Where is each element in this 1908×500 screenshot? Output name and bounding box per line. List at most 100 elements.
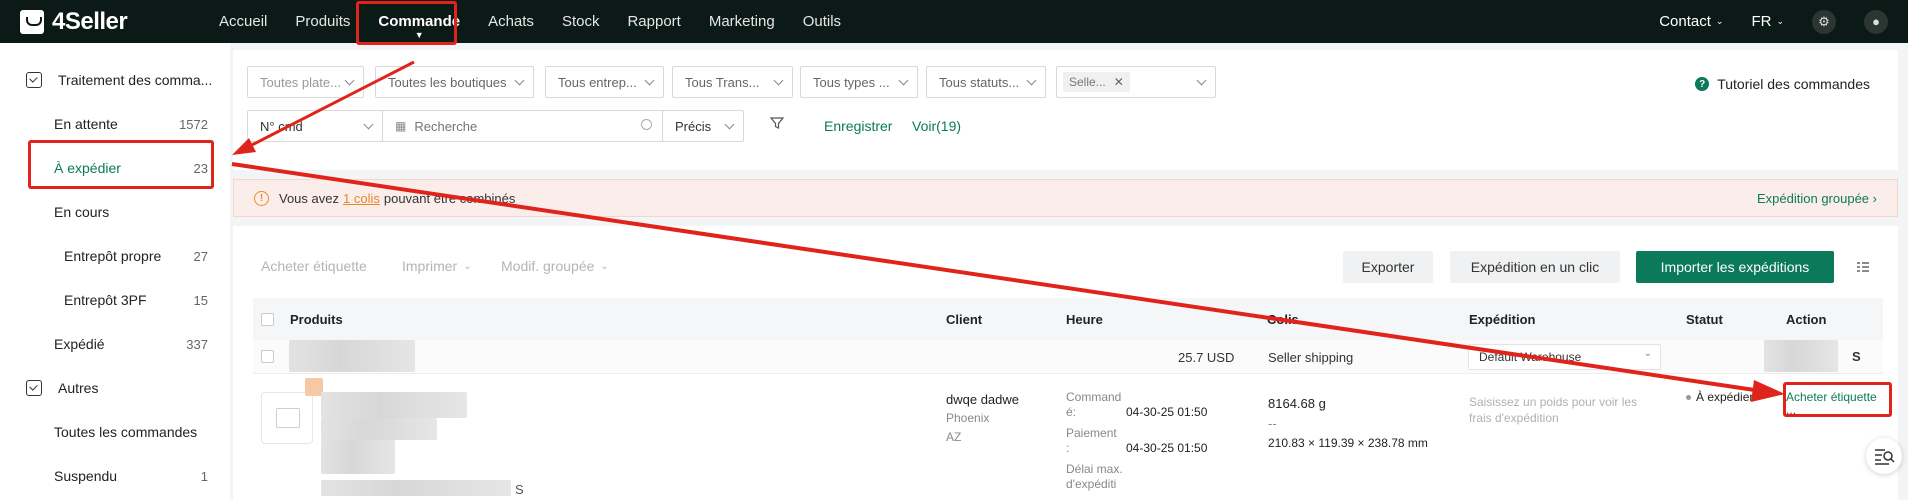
sidebar-item-a-expedier[interactable]: À expédier 23 xyxy=(0,146,230,190)
package-weight: 8164.68 g xyxy=(1268,396,1326,411)
header-expedition: Expédition xyxy=(1469,312,1536,327)
import-shipments-button[interactable]: Importer les expéditions xyxy=(1636,251,1834,283)
settings-icon[interactable]: ⚙ xyxy=(1812,9,1836,34)
one-click-ship-button[interactable]: Expédition en un clic xyxy=(1450,251,1620,283)
header-statut: Statut xyxy=(1686,312,1723,327)
colis-link[interactable]: 1 colis xyxy=(343,191,380,206)
sidebar-item-expedie[interactable]: Expédié 337 xyxy=(0,322,230,366)
bulk-edit-dropdown[interactable]: Modif. groupée ⌄ xyxy=(501,258,609,274)
more-actions-link[interactable]: ... xyxy=(1786,403,1796,417)
avatar[interactable]: ● xyxy=(1864,9,1888,34)
column-settings-icon[interactable] xyxy=(1856,260,1870,274)
nav-commande[interactable]: Commande ▼ xyxy=(364,0,474,43)
warehouse-select[interactable]: Default Warehouse ⌄ xyxy=(1468,344,1661,370)
package-dash: -- xyxy=(1268,416,1277,431)
buy-label-text: Acheter étiquette xyxy=(261,258,367,274)
search-field[interactable]: ▦ xyxy=(382,110,663,142)
clipboard-check-icon xyxy=(26,380,42,396)
seller-select[interactable]: Selle... ✕ xyxy=(1056,66,1216,98)
sidebar: Traitement des comma... En attente 1572 … xyxy=(0,43,230,500)
sidebar-group-processing[interactable]: Traitement des comma... xyxy=(0,58,230,102)
view-saved-link[interactable]: Voir(19) xyxy=(912,118,961,134)
warehouse-select[interactable]: Tous entrep... xyxy=(545,66,664,98)
contact-label: Contact xyxy=(1659,13,1711,30)
buy-label-action-link[interactable]: Acheter étiquette xyxy=(1786,390,1877,404)
print-dropdown[interactable]: Imprimer ⌄ xyxy=(402,258,472,274)
table-row[interactable]: 25.7 USD Seller shipping Default Warehou… xyxy=(253,340,1883,374)
nav-stock[interactable]: Stock xyxy=(548,0,614,43)
sidebar-item-entrepot-propre[interactable]: Entrepôt propre 27 xyxy=(0,234,230,278)
sidebar-item-count: 27 xyxy=(193,248,208,264)
transport-select[interactable]: Tous Trans... xyxy=(672,66,793,98)
chevron-down-icon xyxy=(1196,75,1207,86)
table-row[interactable]: S dwqe dadwe Phoenix AZ Command é: 04-30… xyxy=(253,374,1883,500)
shop-select[interactable]: Toutes les boutiques xyxy=(375,66,534,98)
sidebar-item-label: À expédier xyxy=(54,160,121,176)
chevron-right-icon: › xyxy=(1872,190,1877,206)
barcode-icon: ▦ xyxy=(395,119,407,133)
row-checkbox[interactable] xyxy=(261,350,274,363)
header-produits: Produits xyxy=(290,312,343,327)
logo-icon xyxy=(20,9,44,34)
type-select[interactable]: Tous types ... xyxy=(800,66,918,98)
close-icon[interactable]: ✕ xyxy=(1114,75,1124,89)
type-select-value: Tous types ... xyxy=(813,74,890,90)
sidebar-item-en-cours[interactable]: En cours xyxy=(0,190,230,234)
nav-outils[interactable]: Outils xyxy=(789,0,855,43)
platform-select[interactable]: Toutes plate... xyxy=(247,66,364,98)
filter-icon[interactable] xyxy=(770,116,784,130)
tutorial-link[interactable]: ? Tutoriel des commandes xyxy=(1695,76,1870,92)
package-dimensions: 210.83 × 119.39 × 238.78 mm xyxy=(1268,436,1428,450)
grouped-shipping-link[interactable]: Expédition groupée › xyxy=(1757,191,1877,206)
sidebar-item-suspendu[interactable]: Suspendu 1 xyxy=(0,454,230,498)
seller-tag-label: Selle... xyxy=(1069,75,1106,89)
export-button[interactable]: Exporter xyxy=(1343,251,1433,283)
brand-logo[interactable]: 4Seller xyxy=(20,8,190,36)
bulk-edit-label: Modif. groupée xyxy=(501,258,595,274)
sidebar-item-count: 15 xyxy=(193,292,208,308)
contact-dropdown[interactable]: Contact ⌄ xyxy=(1659,13,1723,30)
search-input[interactable] xyxy=(414,118,625,134)
search-type-value: N° cmd xyxy=(260,118,303,134)
precision-value: Précis xyxy=(675,118,712,134)
header-client: Client xyxy=(946,312,983,327)
sidebar-item-label: En cours xyxy=(54,204,110,220)
alert-prefix: Vous avez xyxy=(279,190,339,206)
status-select[interactable]: Tous statuts... xyxy=(926,66,1046,98)
sidebar-item-label: Entrepôt propre xyxy=(64,248,162,264)
select-all-checkbox[interactable] xyxy=(261,313,274,326)
sidebar-item-count: 1 xyxy=(200,468,208,484)
max-ship-label: Délai max. xyxy=(1066,462,1123,476)
client-name: dwqe dadwe xyxy=(946,392,1019,407)
sidebar-item-en-attente[interactable]: En attente 1572 xyxy=(0,102,230,146)
status-label: À expédier xyxy=(1696,390,1754,404)
search-type-select[interactable]: N° cmd xyxy=(247,110,383,142)
chevron-down-icon: ⌄ xyxy=(1643,348,1652,359)
nav-achats[interactable]: Achats xyxy=(474,0,548,43)
nav-rapport[interactable]: Rapport xyxy=(613,0,694,43)
redacted-order-id xyxy=(289,340,415,372)
sidebar-item-toutes-commandes[interactable]: Toutes les commandes xyxy=(0,410,230,454)
floating-search-button[interactable] xyxy=(1866,438,1902,474)
nav-produits[interactable]: Produits xyxy=(281,0,364,43)
chevron-down-icon xyxy=(363,119,374,130)
table-header: Produits Client Heure Colis Expédition S… xyxy=(253,298,1883,340)
warning-icon: ! xyxy=(254,190,269,206)
chevron-down-icon xyxy=(344,75,355,86)
nav-accueil[interactable]: Accueil xyxy=(205,0,281,43)
nav-marketing[interactable]: Marketing xyxy=(695,0,789,43)
redacted-product-name xyxy=(321,392,467,418)
language-dropdown[interactable]: FR ⌄ xyxy=(1751,13,1784,30)
status-badge: À expédier xyxy=(1686,390,1753,404)
help-icon: ? xyxy=(1695,77,1710,91)
buy-label-button[interactable]: Acheter étiquette xyxy=(261,258,367,274)
search-icon[interactable] xyxy=(641,119,652,130)
sidebar-group-label: Autres xyxy=(58,380,99,396)
precision-select[interactable]: Précis xyxy=(662,110,744,142)
sidebar-item-count: 23 xyxy=(193,160,208,176)
print-label: Imprimer xyxy=(402,258,458,274)
shipping-hint: Saisissez un poids pour voir les xyxy=(1469,395,1638,409)
sidebar-item-entrepot-3pf[interactable]: Entrepôt 3PF 15 xyxy=(0,278,230,322)
save-filter-link[interactable]: Enregistrer xyxy=(824,118,892,134)
sidebar-group-autres[interactable]: Autres xyxy=(0,366,230,410)
